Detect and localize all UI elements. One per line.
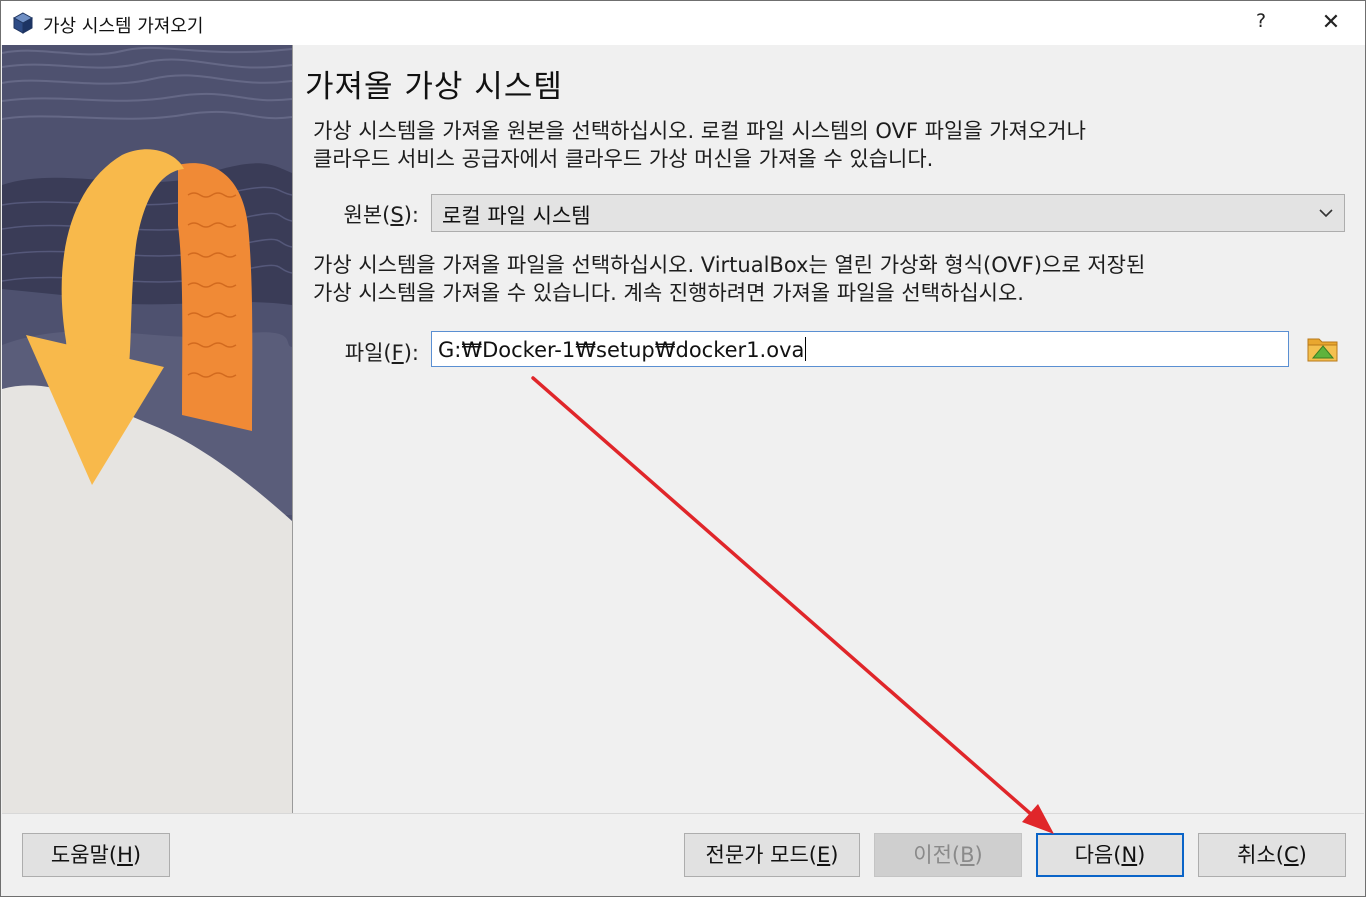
- help-button[interactable]: 도움말(H): [22, 833, 170, 877]
- chevron-down-icon: [1319, 209, 1333, 218]
- import-arrow-illustration: [2, 45, 292, 813]
- cancel-button[interactable]: 취소(C): [1198, 833, 1346, 877]
- next-button[interactable]: 다음(N): [1036, 833, 1184, 877]
- text-caret: [805, 337, 807, 361]
- wizard-page: 가져올 가상 시스템 가상 시스템을 가져올 원본을 선택하십시오. 로컬 파일…: [293, 45, 1365, 813]
- file-path-value: G:₩Docker-1₩setup₩docker1.ova: [438, 337, 807, 362]
- source-selected-value: 로컬 파일 시스템: [442, 204, 591, 228]
- button-bar: 도움말(H) 전문가 모드(E) 이전(B) 다음(N) 취소(C): [2, 813, 1364, 896]
- expert-mode-button[interactable]: 전문가 모드(E): [684, 833, 860, 877]
- title-bar: 가상 시스템 가져오기 ? ✕: [1, 1, 1365, 45]
- file-description: 가상 시스템을 가져올 파일을 선택하십시오. VirtualBox는 열린 가…: [313, 253, 1146, 305]
- page-title: 가져올 가상 시스템: [305, 69, 563, 105]
- window-title: 가상 시스템 가져오기: [43, 16, 204, 37]
- back-button[interactable]: 이전(B): [874, 833, 1022, 877]
- help-title-button[interactable]: ?: [1249, 10, 1273, 36]
- source-description: 가상 시스템을 가져올 원본을 선택하십시오. 로컬 파일 시스템의 OVF 파…: [313, 119, 1086, 171]
- file-path-input[interactable]: G:₩Docker-1₩setup₩docker1.ova: [431, 331, 1289, 367]
- source-label: 원본(S):: [343, 203, 419, 227]
- import-appliance-dialog: 가상 시스템 가져오기 ? ✕ 가져올 가상 시스템 가상 시스템을 가져올 원…: [0, 0, 1366, 897]
- file-label: 파일(F):: [344, 341, 419, 365]
- folder-open-icon[interactable]: [1306, 333, 1340, 365]
- source-combobox[interactable]: 로컬 파일 시스템: [431, 194, 1345, 232]
- close-button[interactable]: ✕: [1311, 5, 1351, 41]
- virtualbox-cube-icon: [12, 12, 34, 34]
- wizard-banner-image: [2, 45, 293, 813]
